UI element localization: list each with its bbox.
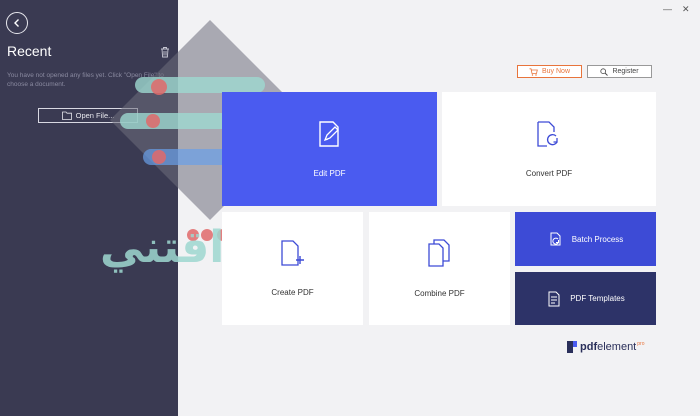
create-pdf-tile[interactable]: Create PDF (222, 212, 363, 325)
open-file-button[interactable]: Open File... (38, 108, 138, 123)
register-button[interactable]: Register (587, 65, 652, 78)
convert-pdf-label: Convert PDF (525, 168, 573, 178)
edit-pdf-icon (318, 120, 339, 147)
convert-pdf-tile[interactable]: Convert PDF (442, 92, 656, 206)
minimize-button[interactable]: — (663, 4, 672, 14)
pdfelement-logo: pdfelementpro (567, 341, 644, 353)
pdf-templates-tile[interactable]: PDF Templates (515, 272, 656, 325)
convert-pdf-icon (537, 120, 558, 147)
batch-process-label: Batch Process (571, 234, 624, 244)
open-file-label: Open File... (75, 111, 115, 120)
pdfelement-logo-icon (567, 341, 577, 353)
brand-pro: pro (637, 341, 645, 348)
edit-pdf-tile[interactable]: Edit PDF (222, 92, 437, 206)
register-label: Register (612, 68, 639, 75)
create-pdf-icon (280, 240, 304, 266)
brand-pdf: pdf (580, 341, 598, 353)
buy-now-button[interactable]: Buy Now (517, 65, 582, 78)
pdf-templates-icon (548, 291, 560, 306)
combine-pdf-tile[interactable]: Combine PDF (369, 212, 510, 325)
brand-element: element (597, 341, 637, 353)
edit-pdf-label: Edit PDF (313, 168, 346, 178)
create-pdf-label: Create PDF (271, 288, 314, 297)
back-button[interactable] (6, 12, 28, 34)
sidebar-title: Recent (7, 43, 52, 59)
chevron-left-icon (14, 19, 19, 27)
pdf-templates-label: PDF Templates (570, 294, 625, 303)
buy-now-label: Buy Now (541, 68, 570, 75)
combine-pdf-icon (427, 239, 450, 267)
batch-process-icon (550, 232, 561, 246)
combine-pdf-label: Combine PDF (414, 289, 465, 298)
batch-process-tile[interactable]: Batch Process (515, 212, 656, 266)
folder-icon (61, 111, 72, 120)
trash-icon[interactable] (159, 46, 171, 58)
search-key-icon (600, 67, 609, 76)
close-button[interactable]: ✕ (682, 4, 690, 15)
cart-icon (529, 67, 538, 76)
empty-recent-message: You have not opened any files yet. Click… (7, 72, 164, 88)
recent-sidebar: Recent You have not opened any files yet… (0, 0, 178, 416)
